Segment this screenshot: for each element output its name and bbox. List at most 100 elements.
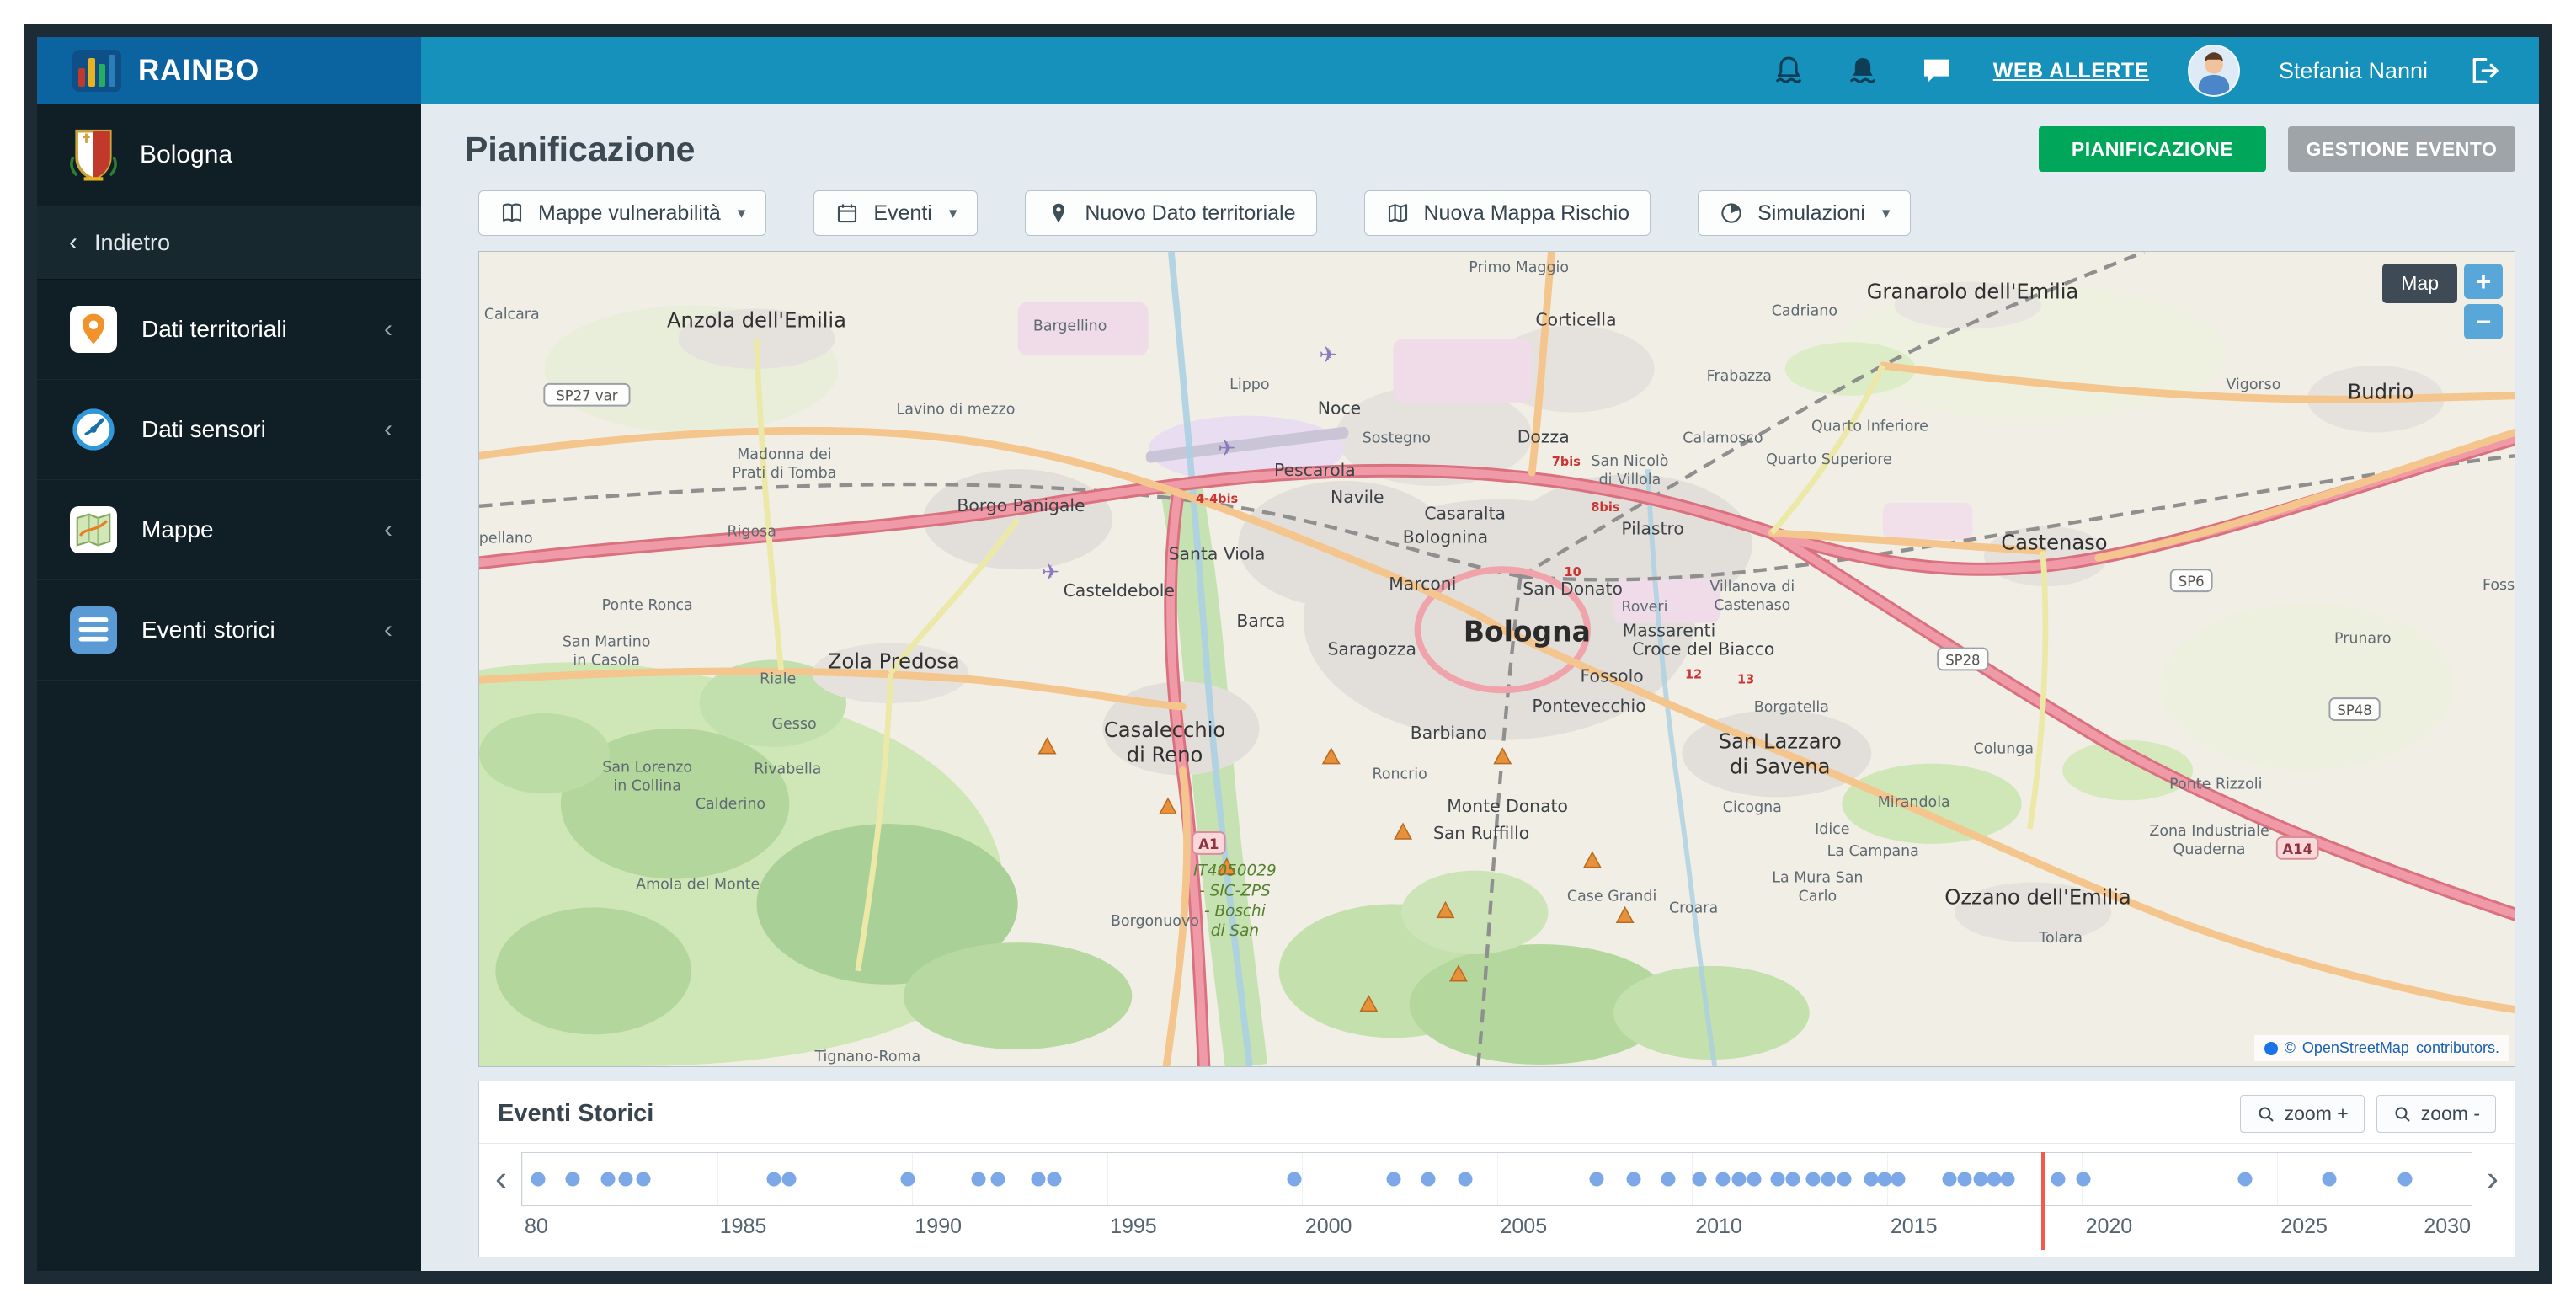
pie-chart-icon <box>1721 203 1741 223</box>
map-label: Vigorso <box>2226 376 2280 393</box>
map-label: Ozzano dell'Emilia <box>1944 884 2131 909</box>
timeline-event-dot[interactable] <box>1031 1172 1046 1187</box>
pianificazione-button[interactable]: PIANIFICAZIONE <box>2039 126 2266 172</box>
eventi-button[interactable]: Eventi ▾ <box>813 190 979 236</box>
timeline-event-dot[interactable] <box>1589 1172 1604 1187</box>
airport-icon: ✈ <box>1218 436 1235 462</box>
caret-down-icon: ▾ <box>948 204 957 222</box>
timeline-event-dot[interactable] <box>1821 1172 1836 1187</box>
map-layer-button[interactable]: Map <box>2382 264 2457 303</box>
map-label: Idice <box>1815 821 1849 838</box>
map-label: San Lorenzo in Collina <box>602 759 692 794</box>
timeline-event-dot[interactable] <box>990 1172 1005 1187</box>
timeline-event-dot[interactable] <box>2051 1172 2066 1187</box>
map-label: Granarolo dell'Emilia <box>1867 279 2079 303</box>
timeline-event-dot[interactable] <box>1047 1172 1062 1187</box>
nuova-mappa-rischio-button[interactable]: Nuova Mappa Rischio <box>1363 190 1651 236</box>
chat-icon[interactable] <box>1919 53 1955 88</box>
brand-logo[interactable]: RAINBO <box>37 37 421 104</box>
timeline-tick-line <box>1302 1153 1303 1205</box>
nuovo-dato-territoriale-button[interactable]: Nuovo Dato territoriale <box>1025 190 1317 236</box>
timeline-event-dot[interactable] <box>1805 1172 1821 1187</box>
map-zoom-in-button[interactable]: + <box>2464 264 2503 299</box>
timeline-tick-label: 2005 <box>1500 1215 1548 1238</box>
sidebar-item-dati-territoriali[interactable]: Dati territoriali ‹ <box>37 280 421 380</box>
timeline-event-dot[interactable] <box>618 1172 633 1187</box>
web-allerte-link[interactable]: WEB ALLERTE <box>1993 59 2149 83</box>
timeline-event-dot[interactable] <box>1891 1172 1906 1187</box>
timeline-event-dot[interactable] <box>1715 1172 1731 1187</box>
timeline-event-dot[interactable] <box>531 1172 546 1187</box>
sidebar-item-mappe[interactable]: Mappe ‹ <box>37 480 421 580</box>
timeline-event-dot[interactable] <box>1287 1172 1302 1187</box>
timeline-event-dot[interactable] <box>1770 1172 1785 1187</box>
map-label: Borgo Panigale <box>957 495 1085 515</box>
timeline-event-dot[interactable] <box>1626 1172 1641 1187</box>
sidebar-item-dati-sensori[interactable]: Dati sensori ‹ <box>37 380 421 480</box>
timeline-prev-button[interactable]: ‹ <box>484 1152 518 1204</box>
timeline-dots-area[interactable] <box>521 1152 2472 1206</box>
timeline-event-dot[interactable] <box>1421 1172 1436 1187</box>
timeline-event-dot[interactable] <box>636 1172 651 1187</box>
magnifier-icon <box>2259 1107 2274 1122</box>
timeline-event-dot[interactable] <box>1877 1172 1892 1187</box>
back-button[interactable]: ‹ Indietro <box>37 206 421 280</box>
timeline-zoom-out-button[interactable]: zoom - <box>2376 1095 2496 1133</box>
timeline-event-dot[interactable] <box>781 1172 797 1187</box>
timeline-event-dot[interactable] <box>1458 1172 1473 1187</box>
timeline-event-dot[interactable] <box>2237 1172 2253 1187</box>
sidebar-item-eventi-storici[interactable]: Eventi storici ‹ <box>37 580 421 681</box>
timeline-event-dot[interactable] <box>1661 1172 1676 1187</box>
simulazioni-button[interactable]: Simulazioni ▾ <box>1698 190 1912 236</box>
timeline-event-dot[interactable] <box>1692 1172 1707 1187</box>
map-label: Fossati <box>2483 577 2515 594</box>
map-label: Roncrio <box>1373 766 1427 782</box>
timeline-event-dot[interactable] <box>1731 1172 1747 1187</box>
timeline-event-dot[interactable] <box>2076 1172 2091 1187</box>
map-label: Barbiano <box>1411 723 1487 743</box>
map-label: Anzola dell'Emilia <box>667 307 846 332</box>
timeline-event-dot[interactable] <box>1987 1172 2002 1187</box>
timeline-tick-label: 2000 <box>1304 1215 1352 1238</box>
timeline-tick-label: 1995 <box>1110 1215 1157 1238</box>
timeline-event-dot[interactable] <box>1957 1172 1972 1187</box>
timeline-event-dot[interactable] <box>600 1172 616 1187</box>
timeline-event-dot[interactable] <box>1942 1172 1957 1187</box>
timeline-event-dot[interactable] <box>1785 1172 1800 1187</box>
timeline-event-dot[interactable] <box>900 1172 915 1187</box>
timeline-event-dot[interactable] <box>766 1172 781 1187</box>
sidebar-item-label: Dati territoriali <box>141 316 287 342</box>
timeline-event-dot[interactable] <box>1747 1172 1762 1187</box>
page-title: Pianificazione <box>465 129 696 168</box>
mappe-vulnerabilita-button[interactable]: Mappe vulnerabilità ▾ <box>478 190 767 236</box>
map-label: San Lazzaro di Savena <box>1719 729 1842 778</box>
event-list-icon <box>69 606 118 654</box>
book-icon <box>502 203 522 222</box>
timeline-event-dot[interactable] <box>971 1172 986 1187</box>
gestione-evento-button[interactable]: GESTIONE EVENTO <box>2288 126 2515 172</box>
timeline-event-dot[interactable] <box>565 1172 580 1187</box>
timeline-event-dot[interactable] <box>2322 1172 2337 1187</box>
flood-alert-bell-icon[interactable] <box>1771 53 1806 88</box>
timeline-event-dot[interactable] <box>1837 1172 1852 1187</box>
timeline-zoom-in-button[interactable]: zoom + <box>2239 1095 2365 1133</box>
map-label: Pescarola <box>1274 460 1356 480</box>
attribution-osm-link[interactable]: OpenStreetMap <box>2302 1039 2409 1057</box>
map-label: Noce <box>1318 398 1361 418</box>
timeline-event-dot[interactable] <box>2397 1172 2413 1187</box>
timeline-event-dot[interactable] <box>1864 1172 1879 1187</box>
logout-icon[interactable] <box>2467 53 2502 88</box>
map-zoom-out-button[interactable]: − <box>2464 304 2503 339</box>
timeline-tick-label: 2025 <box>2280 1215 2328 1238</box>
timeline-event-dot[interactable] <box>2000 1172 2015 1187</box>
timeline-event-dot[interactable] <box>1386 1172 1401 1187</box>
timeline-track[interactable]: 80 1985 1990 1995 2000 2005 2010 2015 2020 2025 20… <box>521 1144 2472 1257</box>
timeline-tick-label: 2010 <box>1695 1215 1742 1238</box>
toolbar: Mappe vulnerabilità ▾ Eventi ▾ Nuovo Dat… <box>478 184 2515 251</box>
siren-bell-icon[interactable] <box>1845 53 1880 88</box>
user-avatar[interactable] <box>2187 45 2240 97</box>
app-window: RAINBO WEB ALLERTE Stefania Nanni Bologn… <box>24 24 2552 1284</box>
timeline-next-button[interactable]: › <box>2476 1152 2509 1204</box>
timeline-event-dot[interactable] <box>1973 1172 1988 1187</box>
map-canvas[interactable]: Calcara Anzola dell'Emilia Bargellino Primo… <box>479 252 2515 1066</box>
